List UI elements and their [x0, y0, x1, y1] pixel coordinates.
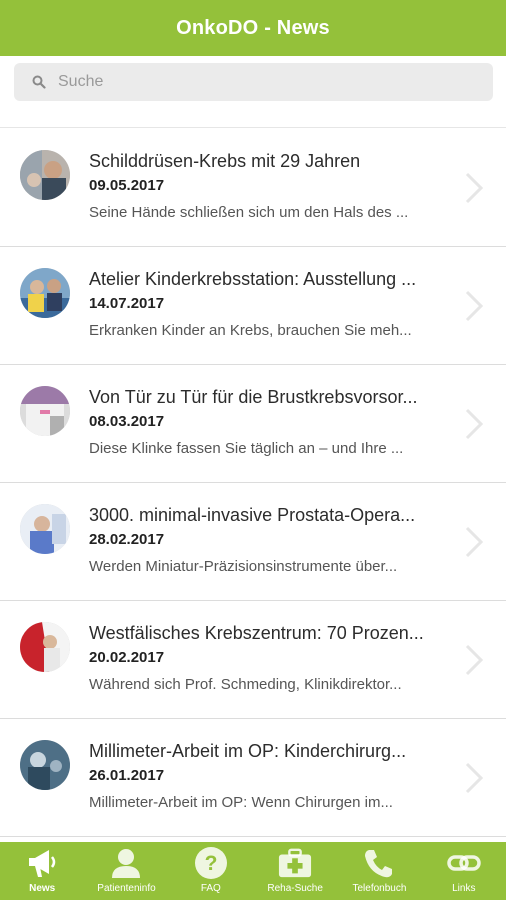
news-excerpt: Werden Miniatur-Präzisionsinstrumente üb… [89, 558, 398, 575]
news-item[interactable]: Von Tür zu Tür für die Brustkrebsvorsor.… [0, 365, 506, 483]
news-date: 09.05.2017 [89, 177, 165, 194]
tab-label: FAQ [200, 883, 221, 894]
question-icon: ? [194, 846, 228, 880]
search-bar [0, 56, 506, 128]
tab-faq[interactable]: ? FAQ [169, 842, 253, 900]
person-icon [109, 846, 143, 880]
medical-kit-icon [278, 846, 312, 880]
search-input[interactable] [58, 73, 458, 91]
tab-telefonbuch[interactable]: Telefonbuch [337, 842, 421, 900]
news-date: 28.02.2017 [89, 531, 165, 548]
news-thumbnail [20, 740, 70, 790]
tab-news[interactable]: News [0, 842, 84, 900]
megaphone-icon [25, 846, 59, 880]
page-title: OnkoDO - News [176, 16, 330, 39]
news-thumbnail [20, 268, 70, 318]
tab-label: News [29, 883, 56, 894]
news-excerpt: Seine Hände schließen sich um den Hals d… [89, 204, 409, 221]
svg-text:?: ? [204, 852, 217, 875]
chevron-right-icon [465, 526, 484, 558]
phone-icon [362, 846, 396, 880]
tab-label: Telefonbuch [352, 883, 407, 894]
news-item[interactable]: 3000. minimal-invasive Prostata-Opera...… [0, 483, 506, 601]
bottom-tab-bar: News Patienteninfo ? FAQ Reha-Suche Tele… [0, 842, 506, 900]
news-date: 14.07.2017 [89, 295, 165, 312]
news-excerpt: Erkranken Kinder an Krebs, brauchen Sie … [89, 322, 412, 339]
chevron-right-icon [465, 290, 484, 322]
news-title: Von Tür zu Tür für die Brustkrebsvorsor.… [89, 387, 418, 407]
news-item[interactable]: Westfälisches Krebszentrum: 70 Prozen...… [0, 601, 506, 719]
search-box[interactable] [14, 63, 493, 101]
tab-label: Links [452, 883, 476, 894]
link-icon [447, 846, 481, 880]
news-list: Schilddrüsen-Krebs mit 29 Jahren 09.05.2… [0, 129, 506, 837]
tab-reha-suche[interactable]: Reha-Suche [253, 842, 337, 900]
news-item[interactable]: Millimeter-Arbeit im OP: Kinderchirurg..… [0, 719, 506, 837]
tab-patienteninfo[interactable]: Patienteninfo [84, 842, 168, 900]
news-thumbnail [20, 504, 70, 554]
news-date: 20.02.2017 [89, 649, 165, 666]
chevron-right-icon [465, 762, 484, 794]
news-thumbnail [20, 622, 70, 672]
news-thumbnail [20, 150, 70, 200]
news-title: Schilddrüsen-Krebs mit 29 Jahren [89, 151, 361, 171]
chevron-right-icon [465, 408, 484, 440]
news-excerpt: Diese Klinke fassen Sie täglich an – und… [89, 440, 404, 457]
news-date: 26.01.2017 [89, 767, 165, 784]
search-icon [24, 63, 54, 101]
news-title: Millimeter-Arbeit im OP: Kinderchirurg..… [89, 741, 407, 761]
app-header: OnkoDO - News [0, 0, 506, 56]
tab-label: Patienteninfo [97, 883, 156, 894]
news-item[interactable]: Atelier Kinderkrebsstation: Ausstellung … [0, 247, 506, 365]
news-title: 3000. minimal-invasive Prostata-Opera... [89, 505, 416, 525]
news-date: 08.03.2017 [89, 413, 165, 430]
news-title: Westfälisches Krebszentrum: 70 Prozen... [89, 623, 424, 643]
chevron-right-icon [465, 644, 484, 676]
chevron-right-icon [465, 172, 484, 204]
news-excerpt: Millimeter-Arbeit im OP: Wenn Chirurgen … [89, 794, 393, 811]
news-title: Atelier Kinderkrebsstation: Ausstellung … [89, 269, 417, 289]
news-excerpt: Während sich Prof. Schmeding, Klinikdire… [89, 676, 402, 693]
tab-label: Reha-Suche [267, 883, 323, 894]
news-thumbnail [20, 386, 70, 436]
news-item[interactable]: Schilddrüsen-Krebs mit 29 Jahren 09.05.2… [0, 129, 506, 247]
tab-links[interactable]: Links [422, 842, 506, 900]
